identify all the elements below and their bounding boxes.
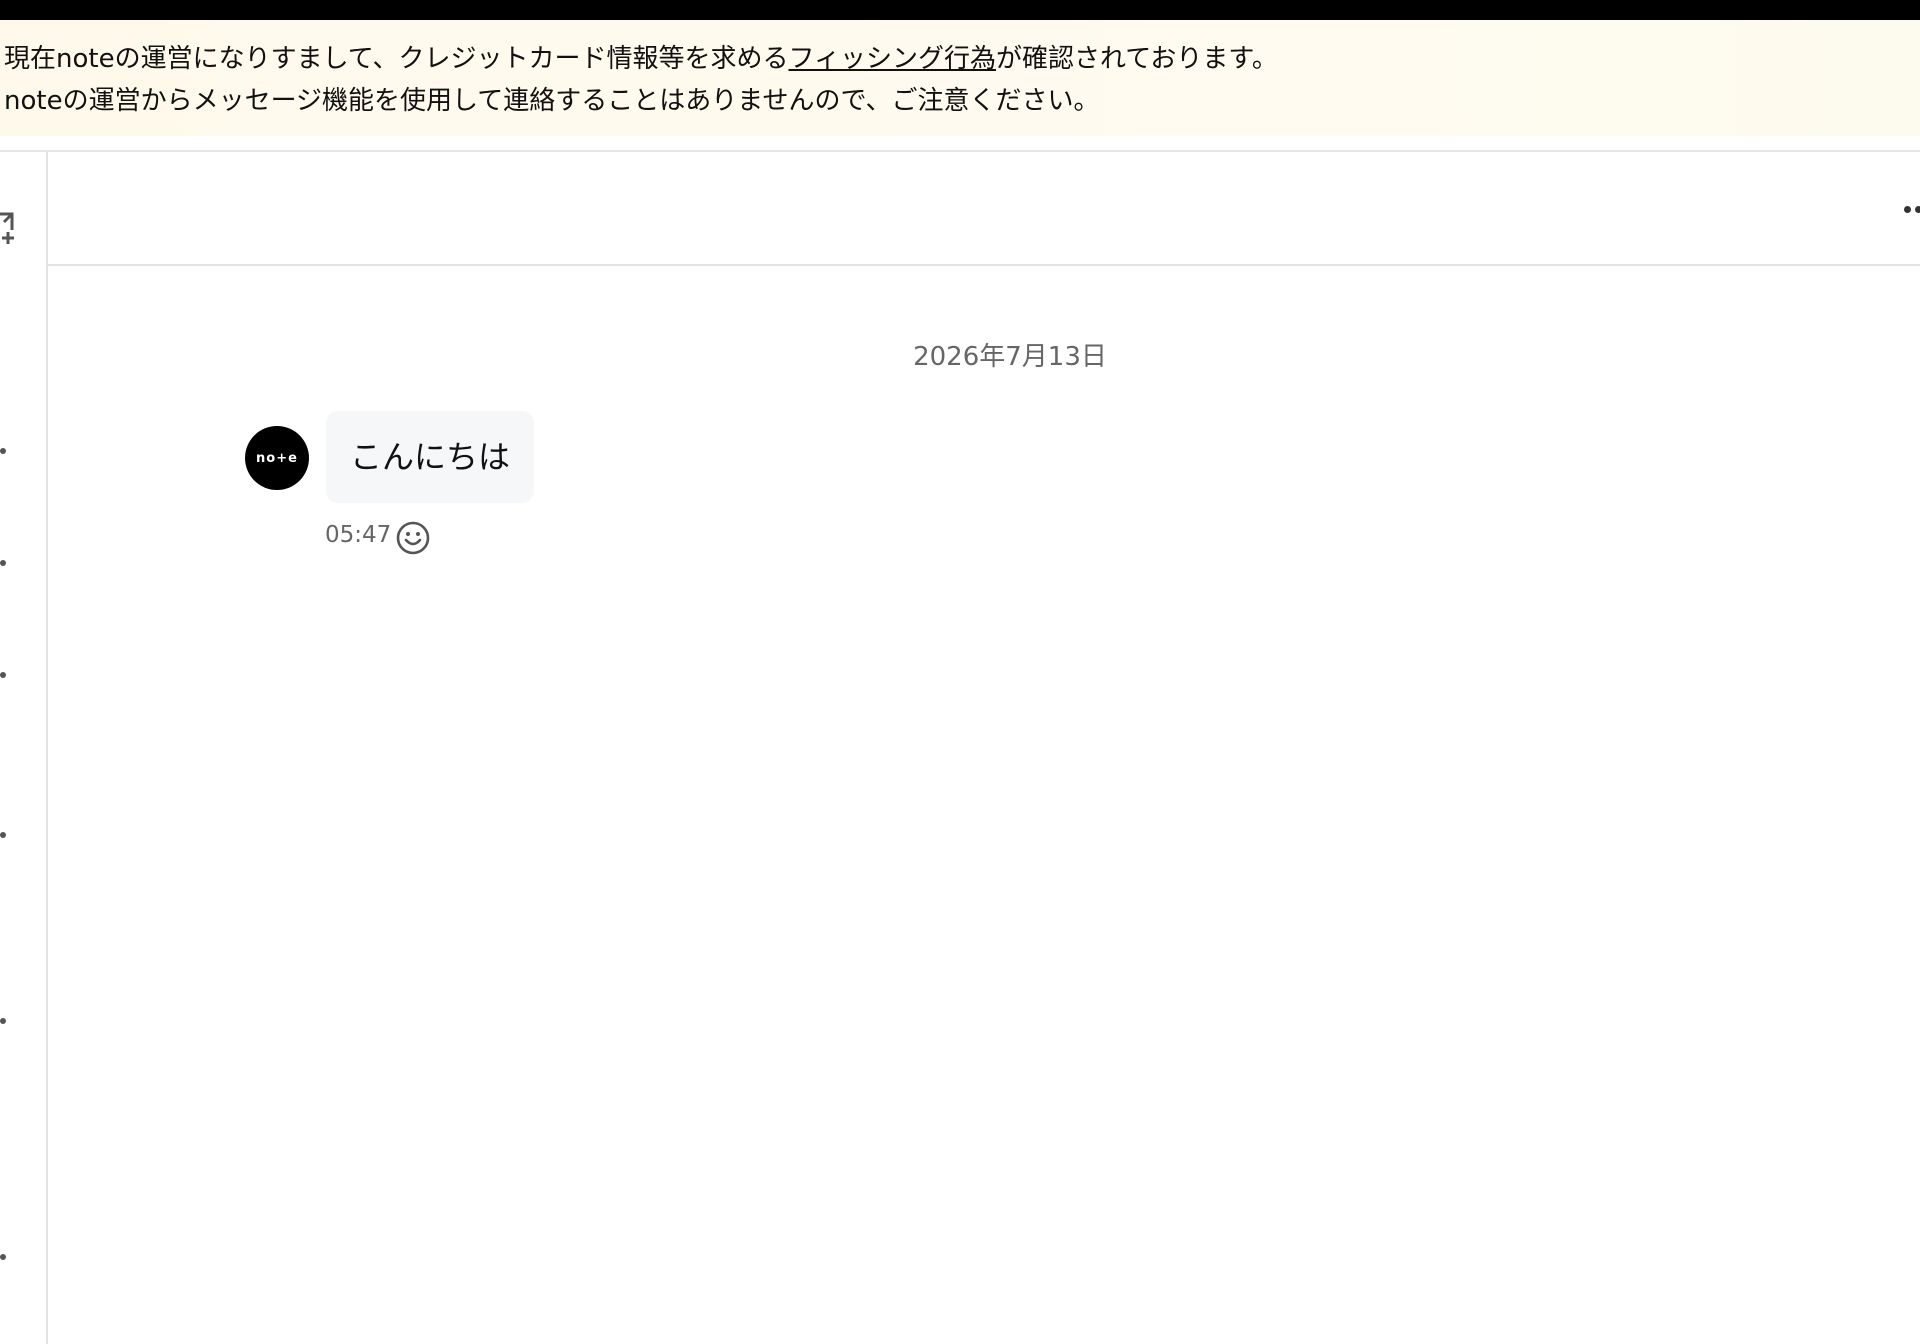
warning-line-1: 現在noteの運営になりすまして、クレジットカード情報等を求めるフィッシング行為… [4, 38, 1920, 80]
banner-divider [0, 150, 1920, 152]
conversation-list-item[interactable] [0, 1254, 6, 1260]
date-separator: 2026年7月13日 [913, 342, 1107, 372]
message-bubble: こんにちは [326, 411, 535, 503]
phishing-link[interactable]: フィッシング行為 [789, 44, 996, 74]
sidebar-divider [46, 152, 48, 1344]
warning-text: 現在noteの運営になりすまして、クレジットカード情報等を求める [4, 44, 789, 74]
smiley-icon[interactable] [395, 520, 431, 556]
conversation-list-item[interactable] [0, 832, 6, 838]
conversation-list-item[interactable] [0, 672, 6, 678]
avatar[interactable]: no+e [245, 426, 309, 490]
warning-line-2: noteの運営からメッセージ機能を使用して連絡することはありませんので、ご注意く… [4, 86, 1100, 116]
more-dots-icon[interactable] [1902, 203, 1920, 215]
warning-text-end: が確認されております。 [995, 44, 1278, 74]
top-bar [0, 0, 1920, 20]
message-time: 05:47 [325, 522, 392, 548]
conversation-list-item[interactable] [0, 1018, 6, 1024]
header-divider [48, 264, 1920, 266]
compose-icon[interactable] [0, 208, 18, 248]
conversation-list-item[interactable] [0, 560, 6, 566]
conversation-list-item[interactable] [0, 448, 6, 454]
phishing-warning-banner: 現在noteの運営になりすまして、クレジットカード情報等を求めるフィッシング行為… [0, 20, 1920, 136]
